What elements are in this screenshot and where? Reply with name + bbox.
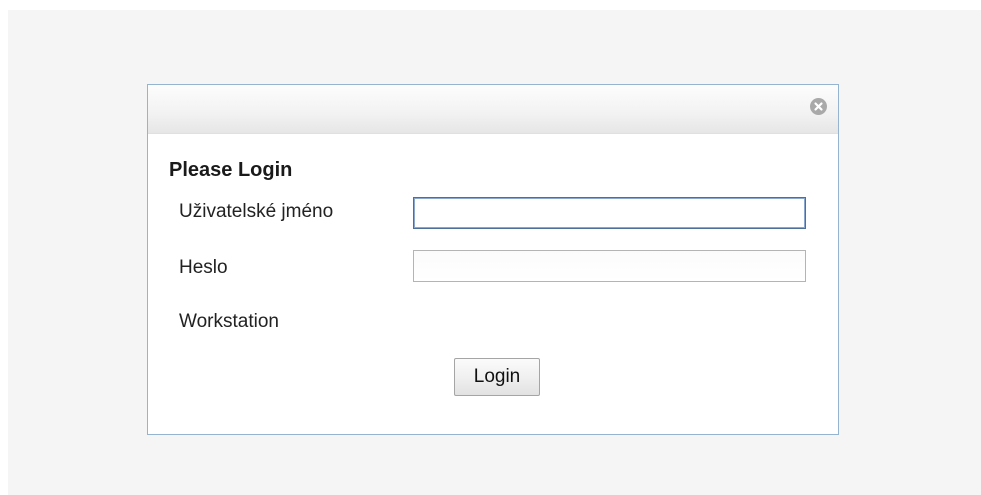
close-icon[interactable] <box>810 98 827 115</box>
dialog-title: Please Login <box>169 159 293 181</box>
password-label: Heslo <box>179 257 228 278</box>
login-dialog: Please Login Uživatelské jméno Heslo Wor… <box>147 84 839 435</box>
username-input[interactable] <box>413 197 806 229</box>
password-input[interactable] <box>413 250 806 282</box>
username-label: Uživatelské jméno <box>179 201 334 222</box>
close-glyph <box>814 102 823 111</box>
workstation-label: Workstation <box>179 311 279 332</box>
login-button[interactable]: Login <box>454 358 540 396</box>
dialog-titlebar <box>148 85 838 134</box>
